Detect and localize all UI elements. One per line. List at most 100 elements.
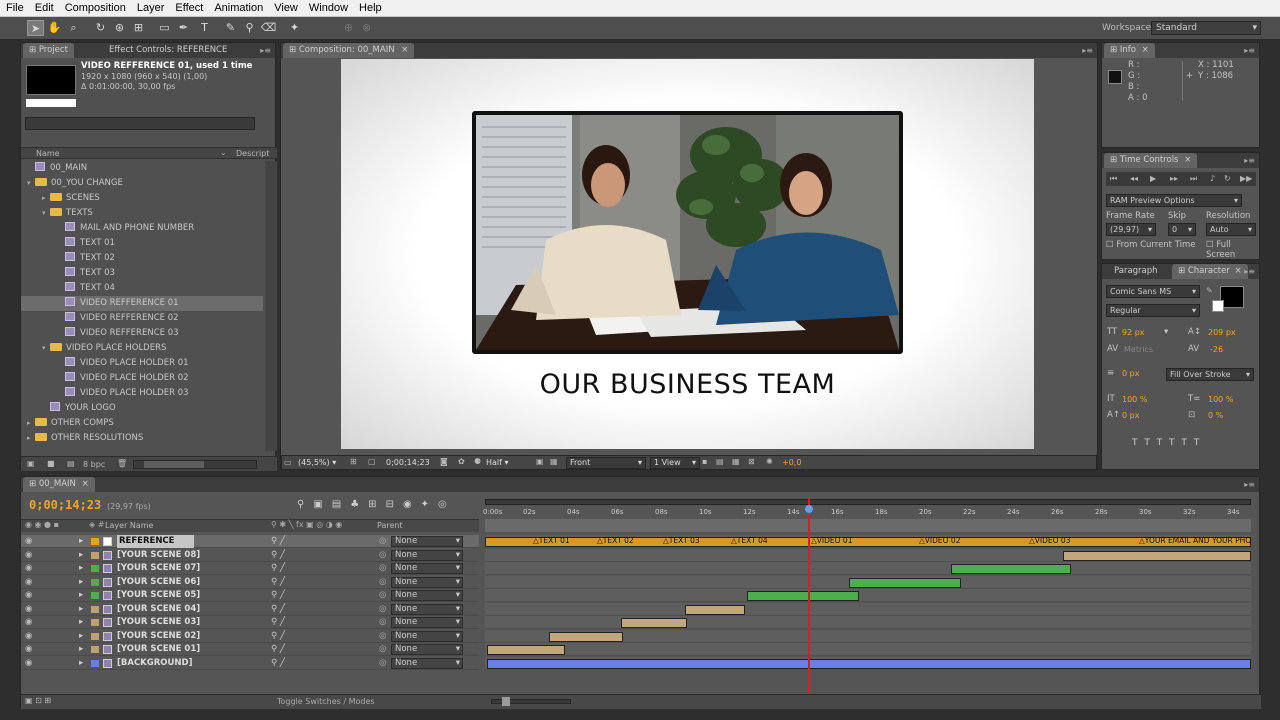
tab-paragraph[interactable]: Paragraph [1108, 264, 1164, 279]
dropdown-arrow-icon[interactable]: ▾ [1164, 327, 1168, 337]
toggle-pixel-icon[interactable]: ▪ [702, 457, 707, 466]
layer-name[interactable]: [YOUR SCENE 04] [117, 603, 200, 616]
pen-tool-icon[interactable]: ✒ [175, 20, 192, 36]
layer-name[interactable]: [BACKGROUND] [117, 657, 192, 670]
description-column-header[interactable]: Descript [236, 149, 269, 158]
timeline-zoom-slider[interactable] [491, 697, 571, 706]
visibility-eye-icon[interactable]: ◉ [25, 535, 32, 548]
project-item[interactable]: ▾ VIDEO PLACE HOLDERS [21, 341, 263, 356]
layer-switch-icons[interactable]: ⚲ ╱ [271, 549, 285, 562]
project-item[interactable]: VIDEO REFFERENCE 01 [21, 296, 263, 311]
snapshot-icon[interactable]: ◙ [440, 457, 448, 466]
visibility-eye-icon[interactable]: ◉ [25, 549, 32, 562]
layer-name[interactable]: [YOUR SCENE 08] [117, 549, 200, 562]
pickwhip-icon[interactable]: ◎ [379, 562, 386, 575]
menu-effect[interactable]: Effect [175, 2, 203, 14]
last-frame-icon[interactable]: ⏭ [1190, 174, 1197, 184]
transparency-grid-icon[interactable]: ▦ [550, 457, 558, 466]
layer-label-color[interactable] [91, 592, 99, 599]
current-time-display[interactable]: 0;00;14;23 [386, 458, 430, 467]
menu-help[interactable]: Help [359, 2, 382, 14]
layer-duration-bar[interactable] [747, 591, 859, 601]
layer-marker[interactable]: △VIDEO 01 [811, 535, 852, 547]
fast-preview-icon[interactable]: ▤ [716, 457, 724, 466]
flowchart-icon[interactable]: ⊠ [748, 457, 755, 466]
project-item[interactable]: ▾ TEXTS [21, 206, 263, 221]
baseline-shift-value[interactable]: 0 px [1122, 411, 1139, 420]
region-icon[interactable]: ▣ [536, 457, 544, 466]
world-axis-icon[interactable]: ⊗ [358, 20, 375, 36]
tracking-value[interactable]: -26 [1210, 345, 1223, 354]
layer-label-color[interactable] [91, 551, 99, 559]
current-time-timecode[interactable]: 0;00;14;23 [29, 498, 101, 512]
rectangle-tool-icon[interactable]: ▭ [156, 20, 173, 36]
expand-arrow-icon[interactable]: ▸ [79, 549, 83, 562]
next-frame-icon[interactable]: ▸▸ [1170, 174, 1178, 183]
visibility-eye-icon[interactable]: ◉ [25, 643, 32, 656]
puppet-tool-icon[interactable]: ✦ [286, 20, 303, 36]
pickwhip-icon[interactable]: ◎ [379, 616, 386, 629]
layer-marker[interactable]: △TEXT 02 [597, 535, 634, 547]
expand-arrow-icon[interactable]: ▸ [79, 562, 83, 575]
current-time-indicator[interactable] [808, 497, 810, 697]
workspace-dropdown[interactable]: Standard ▾ [1151, 21, 1261, 35]
project-item[interactable]: ▾ 00_YOU CHANGE [21, 176, 263, 191]
zoom-tool-icon[interactable]: ⌕ [65, 20, 82, 36]
time-ruler[interactable]: 0:00s 02s 04s 06s 08s 10s 12s 14s 16s 18s 20s 22s 24… [483, 497, 1251, 519]
pickwhip-icon[interactable]: ◎ [379, 603, 386, 616]
search-input[interactable] [25, 117, 255, 130]
skip-dropdown[interactable]: 0 ▾ [1168, 223, 1196, 236]
layer-label-color[interactable] [91, 659, 99, 667]
text-tool-icon[interactable]: T [196, 20, 213, 36]
layer-name[interactable]: [YOUR SCENE 01] [117, 643, 200, 656]
expand-arrow-icon[interactable]: ▸ [79, 643, 83, 656]
frame-rate-dropdown[interactable]: (29,97) ▾ [1106, 223, 1156, 236]
work-area-range[interactable] [485, 519, 1251, 532]
exposure-value[interactable]: +0,0 [782, 458, 801, 467]
expand-arrow-icon[interactable]: ▾ [42, 341, 50, 356]
expand-arrow-icon[interactable]: ▸ [79, 535, 83, 548]
tab-timeline-main[interactable]: ⊞ 00_MAIN × [23, 477, 95, 492]
expand-arrow-icon[interactable]: ▸ [42, 191, 50, 206]
playhead-handle[interactable] [805, 505, 813, 513]
menu-layer[interactable]: Layer [137, 2, 165, 14]
layer-marker[interactable]: △YOUR EMAIL AND YOUR PHO [1139, 535, 1251, 547]
rotate-tool-icon[interactable]: ↻ [92, 20, 109, 36]
parent-dropdown[interactable]: None ▾ [391, 657, 463, 669]
pickwhip-icon[interactable]: ◎ [379, 576, 386, 589]
horizontal-scale-value[interactable]: 100 % [1208, 395, 1233, 404]
expand-arrow-icon[interactable]: ▸ [79, 589, 83, 602]
layer-marker[interactable]: △VIDEO 03 [1029, 535, 1070, 547]
layer-duration-bar[interactable] [1063, 550, 1251, 561]
expand-arrow-icon[interactable]: ▾ [27, 176, 35, 191]
tsume-value[interactable]: 0 % [1208, 411, 1223, 420]
stroke-width-value[interactable]: 0 px [1122, 369, 1139, 378]
clone-stamp-icon[interactable]: ⚲ [241, 20, 258, 36]
font-family-dropdown[interactable]: Comic Sans MS ▾ [1106, 285, 1200, 298]
tab-time-controls[interactable]: ⊞ Time Controls × [1104, 153, 1198, 168]
layer-marker[interactable]: △TEXT 03 [663, 535, 700, 547]
view-dropdown[interactable]: Front ▾ [566, 457, 646, 469]
new-folder-icon[interactable]: ■ [47, 459, 55, 468]
font-size-value[interactable]: 92 px [1122, 328, 1145, 337]
timeline-switch-icons[interactable]: ⚲▣▤♣⊞⊟◉✦◎ [297, 499, 456, 510]
parent-dropdown[interactable]: None ▾ [391, 630, 463, 642]
menu-view[interactable]: View [274, 2, 298, 14]
pickwhip-icon[interactable]: ◎ [379, 657, 386, 670]
timeline-layer-row[interactable]: ◉ ▸ [YOUR SCENE 01] ⚲ ╱ ◎ None ▾ [21, 643, 479, 656]
panel-menu-icon[interactable]: ▸≡ [1244, 267, 1255, 276]
timeline-layer-row[interactable]: ◉ ▸ [YOUR SCENE 03] ⚲ ╱ ◎ None ▾ [21, 616, 479, 629]
timeline-link-icon[interactable]: ▦ [732, 457, 740, 466]
timeline-layer-row[interactable]: ◉ ▸ [YOUR SCENE 07] ⚲ ╱ ◎ None ▾ [21, 562, 479, 575]
timeline-layer-row[interactable]: ◉ ▸ REFERENCE ⚲ ╱ ◎ None ▾ [21, 535, 479, 548]
composition-viewer[interactable]: OUR BUSINESS TEAM [341, 59, 1034, 449]
visibility-eye-icon[interactable]: ◉ [25, 630, 32, 643]
views-layout-dropdown[interactable]: 1 View ▾ [650, 457, 700, 469]
panel-menu-icon[interactable]: ▸≡ [1244, 480, 1255, 489]
layer-name[interactable]: [YOUR SCENE 02] [117, 630, 200, 643]
layer-duration-bar[interactable] [549, 631, 623, 642]
layer-switch-icons[interactable]: ⚲ ╱ [271, 535, 285, 548]
loop-icon[interactable]: ↻ [1224, 174, 1231, 183]
parent-dropdown[interactable]: None ▾ [391, 617, 463, 628]
eraser-tool-icon[interactable]: ⌫ [260, 20, 277, 36]
